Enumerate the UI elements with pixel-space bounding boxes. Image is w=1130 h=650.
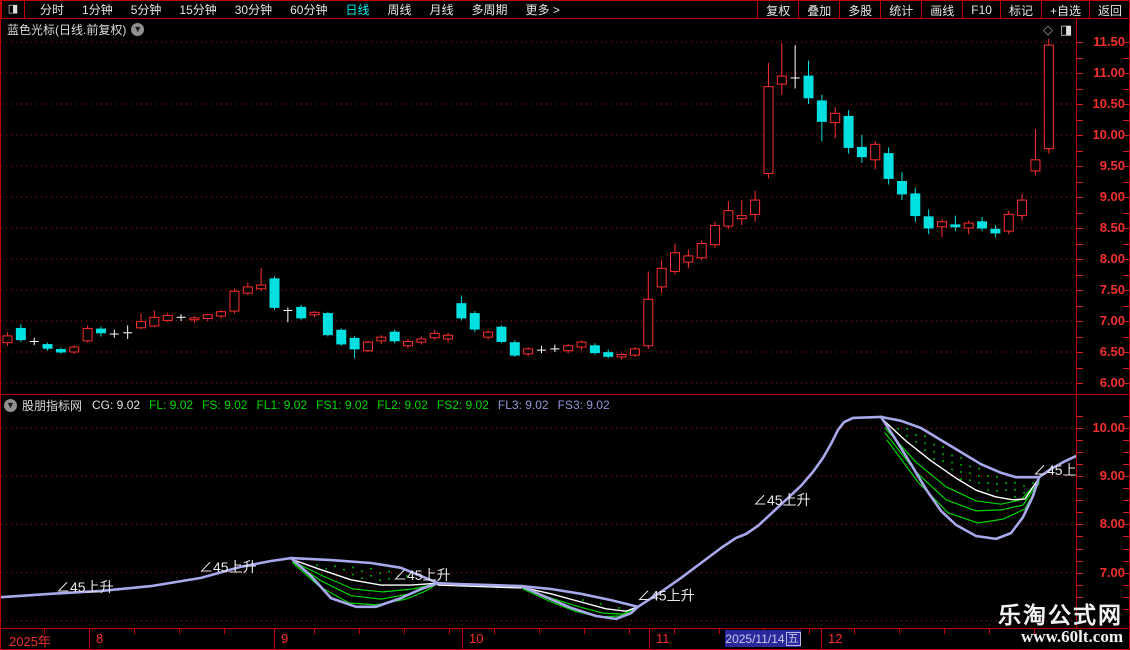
month-label-9: 9	[281, 631, 289, 646]
main-axis-label-11.50: 11.50	[1093, 34, 1125, 49]
tool-item-1[interactable]: 叠加	[798, 1, 839, 18]
period-item-8[interactable]: 月线	[421, 1, 463, 18]
main-axis-label-7.50: 7.50	[1099, 282, 1125, 297]
period-item-1[interactable]: 1分钟	[73, 1, 122, 18]
cursor-weekday: 五	[785, 631, 801, 646]
tool-item-4[interactable]: 画线	[921, 1, 962, 18]
rise-45-label-4: ∠45上升	[753, 492, 811, 508]
main-axis-label-8.50: 8.50	[1099, 220, 1125, 235]
readout-FS1: FS1: 9.02	[316, 398, 369, 412]
tools-menu: 复权 叠加 多股 统计 画线 F10 标记 +自选 返回	[757, 1, 1129, 18]
ind-axis-label-10.00: 10.00	[1092, 420, 1125, 435]
month-line-12	[821, 629, 822, 649]
month-label-10: 10	[469, 631, 484, 646]
chart-title: 蓝色光标(日线.前复权)	[7, 23, 127, 37]
tool-item-2[interactable]: 多股	[839, 1, 880, 18]
layout-toggle-icon[interactable]: ◨	[2, 1, 25, 18]
readout-FS2: FS2: 9.02	[436, 398, 489, 412]
main-axis-label-10.50: 10.50	[1092, 96, 1125, 111]
indicator-chart[interactable]: ∠45上升 ∠45上升 ∠45上升 ∠45上升 ∠45上升 ∠45上升	[1, 414, 1076, 628]
period-item-4[interactable]: 30分钟	[226, 1, 281, 18]
indicator-header: ▼ 股朋指标网 CG: 9.02 FL: 9.02 FS: 9.02 FL1: 9.0…	[1, 396, 619, 414]
readout-CG: CG: 9.02	[92, 398, 141, 412]
main-axis-label-9.00: 9.00	[1099, 189, 1125, 204]
period-menu: 分时 1分钟 5分钟 15分钟 30分钟 60分钟 日线 周线 月线 多周期 更多 >	[25, 1, 569, 18]
readout-FL3: FL3: 9.02	[497, 398, 549, 412]
ind-axis-label-9.00: 9.00	[1099, 468, 1125, 484]
readout-FS3: FS3: 9.02	[557, 398, 610, 412]
diamond-icon[interactable]: ◇	[1043, 22, 1053, 38]
tool-item-0[interactable]: 复权	[757, 1, 798, 18]
period-item-6[interactable]: 日线	[336, 1, 378, 18]
period-item-3[interactable]: 15分钟	[170, 1, 225, 18]
time-axis[interactable]: 2025年 8 9 10 11 12 2025/11/14 五	[1, 628, 1129, 649]
readout-FL: FL: 9.02	[149, 398, 194, 412]
stock-app-window: ◨ 分时 1分钟 5分钟 15分钟 30分钟 60分钟 日线 周线 月线 多周期 更多 > 复权 叠加…	[0, 0, 1130, 650]
period-item-7[interactable]: 周线	[378, 1, 420, 18]
main-axis-label-9.50: 9.50	[1099, 158, 1125, 173]
chart-title-row: 蓝色光标(日线.前复权) ▼	[7, 21, 145, 38]
cursor-date-badge: 2025/11/14 五	[725, 630, 801, 647]
readout-FL1: FL1: 9.02	[256, 398, 308, 412]
ind-axis-label-7.00: 7.00	[1099, 564, 1125, 580]
watermark: 乐淘公式网 www.60lt.com	[998, 603, 1123, 646]
readout-FL2: FL2: 9.02	[377, 398, 428, 412]
top-toolbar: ◨ 分时 1分钟 5分钟 15分钟 30分钟 60分钟 日线 周线 月线 多周期 更多 > 复权 叠加…	[1, 0, 1129, 19]
rise-45-label-0: ∠45上升	[56, 579, 114, 595]
month-label-12: 12	[828, 631, 843, 646]
cursor-date: 2025/11/14	[725, 631, 785, 646]
rise-45-label-1: ∠45上升	[199, 559, 257, 575]
rise-45-label-3: ∠45上升	[637, 588, 695, 604]
period-item-10[interactable]: 更多 >	[517, 1, 569, 18]
main-candle-chart[interactable]	[1, 19, 1076, 394]
panel-toggle-icon[interactable]: ◨	[1060, 22, 1072, 38]
watermark-url: www.60lt.com	[1021, 627, 1123, 646]
main-axis-label-10.00: 10.00	[1092, 127, 1125, 142]
watermark-site-name: 乐淘公式网	[998, 602, 1123, 628]
month-line-8	[89, 629, 90, 649]
period-item-0[interactable]: 分时	[31, 1, 73, 18]
main-axis-label-11.00: 11.00	[1093, 65, 1125, 80]
main-axis-label-6.50: 6.50	[1099, 344, 1125, 359]
rise-45-label-2: ∠45上升	[393, 567, 451, 583]
readout-FS: FS: 9.02	[202, 398, 248, 412]
month-line-11	[649, 629, 650, 649]
panel-divider	[1, 394, 1129, 395]
period-item-2[interactable]: 5分钟	[122, 1, 171, 18]
month-line-10	[462, 629, 463, 649]
collapse-icon[interactable]: ▼	[4, 398, 17, 412]
month-line-9	[274, 629, 275, 649]
ind-axis-label-8.00: 8.00	[1099, 516, 1125, 532]
chevron-down-icon[interactable]: ▼	[131, 23, 145, 36]
tool-item-3[interactable]: 统计	[880, 1, 921, 18]
tool-item-7[interactable]: +自选	[1040, 1, 1089, 18]
period-item-9[interactable]: 多周期	[463, 1, 517, 18]
period-item-5[interactable]: 60分钟	[281, 1, 336, 18]
rise-45-label-5: ∠45上升	[1033, 462, 1076, 478]
main-axis-label-6.00: 6.00	[1099, 375, 1125, 390]
tool-item-6[interactable]: 标记	[999, 1, 1041, 18]
main-axis-label-8.00: 8.00	[1099, 251, 1125, 266]
month-label-8: 8	[96, 631, 104, 646]
tool-item-8[interactable]: 返回	[1088, 1, 1129, 18]
indicator-name: 股朋指标网	[22, 398, 83, 413]
main-axis-label-7.00: 7.00	[1099, 313, 1125, 328]
indicator-readouts: CG: 9.02 FL: 9.02 FS: 9.02 FL1: 9.02 FS1: 9.…	[92, 396, 619, 414]
tool-item-5[interactable]: F10	[962, 1, 1000, 18]
month-label-11: 11	[656, 631, 670, 646]
